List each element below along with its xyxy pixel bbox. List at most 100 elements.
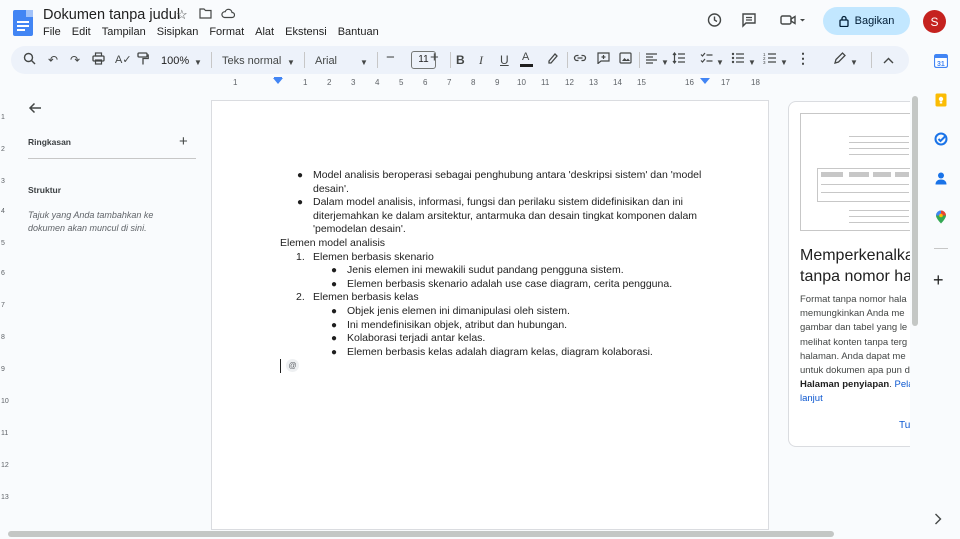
horizontal-scrollbar[interactable] [0, 530, 920, 539]
print-icon[interactable] [92, 52, 105, 69]
editing-mode-icon[interactable] [833, 52, 846, 69]
learn-more-link-cont[interactable]: lanjut [800, 392, 910, 406]
bold-icon[interactable]: B [456, 52, 465, 68]
insert-link-icon[interactable] [573, 52, 587, 68]
document-body[interactable]: ● Model analisis beroperasi sebagai peng… [280, 169, 710, 359]
redo-icon[interactable]: ↷ [70, 52, 80, 68]
align-left-icon[interactable] [645, 52, 658, 68]
increase-font-size-icon[interactable]: + [430, 50, 439, 66]
spellcheck-icon[interactable]: A✓ [115, 52, 132, 68]
section-heading: Elemen model analisis [280, 236, 386, 249]
collapse-menus-icon[interactable] [883, 52, 894, 68]
align-dropdown-icon[interactable]: ▼ [661, 55, 669, 71]
ruler-tick-label: 18 [751, 78, 760, 87]
zoom-select[interactable]: 100% [161, 53, 189, 69]
vertical-scroll-thumb[interactable] [912, 96, 918, 326]
docs-logo-icon[interactable] [13, 10, 33, 36]
keep-icon[interactable] [934, 93, 948, 107]
highlight-color-icon[interactable] [546, 52, 558, 69]
menu-file[interactable]: File [43, 26, 61, 38]
ruler-tick-label: 5 [399, 78, 404, 87]
move-folder-icon[interactable] [199, 7, 212, 22]
maps-icon[interactable] [934, 210, 948, 224]
close-outline-arrow-icon[interactable] [28, 101, 42, 119]
menu-help[interactable]: Bantuan [338, 26, 379, 38]
ruler-tick-label: 7 [1, 302, 5, 309]
contacts-icon[interactable] [934, 171, 948, 185]
underline-icon[interactable]: U [500, 52, 509, 68]
menu-format[interactable]: Format [209, 26, 244, 38]
comments-icon[interactable] [741, 12, 757, 32]
summary-heading: Ringkasan [28, 137, 71, 147]
ruler-tick-label: 2 [327, 78, 332, 87]
insert-comment-icon[interactable] [597, 52, 610, 68]
paint-format-icon[interactable] [137, 52, 149, 69]
ruler-tick-label: 10 [517, 78, 526, 87]
sub-bullet-text: Elemen berbasis kelas adalah diagram kel… [347, 345, 653, 358]
bulleted-list-icon[interactable] [731, 52, 744, 68]
ruler-tick-label: 12 [1, 462, 9, 469]
account-avatar[interactable]: S [923, 10, 946, 33]
style-select[interactable]: Teks normal [222, 53, 281, 69]
tasks-icon[interactable] [934, 132, 948, 146]
sub-bullet-text: Objek jenis elemen ini dimanipulasi oleh… [347, 304, 570, 317]
list-item: ● Model analisis beroperasi sebagai peng… [280, 169, 710, 196]
style-dropdown-icon[interactable]: ▼ [287, 55, 295, 71]
checklist-dropdown-icon[interactable]: ▼ [716, 55, 724, 71]
undo-icon[interactable]: ↶ [48, 52, 58, 68]
sub-bullet-text: Jenis elemen ini mewakili sudut pandang … [347, 264, 624, 277]
bulleted-list-dropdown-icon[interactable]: ▼ [748, 55, 756, 71]
menu-view[interactable]: Tampilan [102, 26, 146, 38]
menu-extensions[interactable]: Ekstensi [285, 26, 327, 38]
toolbar: ↶ ↷ A✓ 100% ▼ Teks normal ▼ Arial ▼ − 11… [11, 46, 909, 74]
document-title[interactable]: Dokumen tanpa judul [43, 7, 180, 23]
add-summary-plus-icon[interactable]: + [179, 133, 188, 150]
more-options-icon[interactable]: ⋮ [796, 50, 810, 66]
italic-icon[interactable]: I [479, 52, 483, 68]
meet-video-icon[interactable] [780, 12, 806, 32]
cloud-status-icon[interactable] [221, 7, 236, 22]
numbered-list-dropdown-icon[interactable]: ▼ [780, 55, 788, 71]
promo-body-line: untuk dokumen apa pun d [800, 365, 910, 377]
share-button[interactable]: Bagikan [823, 7, 910, 35]
structure-heading: Struktur [28, 185, 62, 195]
text-color-icon[interactable]: A [520, 52, 533, 67]
learn-more-link[interactable]: Pela [895, 379, 910, 390]
checklist-icon[interactable] [700, 52, 713, 68]
vertical-ruler[interactable]: 1 2 3 4 5 6 7 8 9 10 11 12 13 [0, 100, 10, 530]
menu-insert[interactable]: Sisipkan [157, 26, 199, 38]
rail-divider [934, 248, 948, 249]
decrease-font-size-icon[interactable]: − [386, 50, 395, 66]
bullet-marker: ● [331, 305, 338, 317]
search-menus-icon[interactable] [23, 52, 36, 69]
ruler-tick-label: 4 [1, 208, 5, 215]
menu-bar: File Edit Tampilan Sisipkan Format Alat … [43, 26, 390, 38]
document-page[interactable]: ● Model analisis beroperasi sebagai peng… [211, 100, 769, 530]
promo-illustration [800, 113, 910, 231]
lock-icon [838, 15, 849, 27]
font-select[interactable]: Arial [315, 53, 337, 69]
menu-edit[interactable]: Edit [72, 26, 91, 38]
menu-tools[interactable]: Alat [255, 26, 274, 38]
smart-chip-at-button[interactable]: @ [286, 359, 299, 372]
text-cursor [280, 359, 281, 373]
zoom-dropdown-icon[interactable]: ▼ [194, 55, 202, 71]
vertical-scrollbar[interactable] [911, 92, 919, 530]
get-addons-plus-icon[interactable]: + [933, 271, 947, 289]
show-side-panel-chevron-icon[interactable] [934, 513, 948, 527]
divider [639, 52, 640, 68]
promo-action-button[interactable]: Tu [899, 420, 910, 431]
insert-image-icon[interactable] [619, 52, 632, 68]
horizontal-scroll-thumb[interactable] [8, 531, 834, 537]
font-dropdown-icon[interactable]: ▼ [360, 55, 368, 71]
promo-body: Format tanpa nomor hala memungkinkan And… [800, 293, 910, 407]
divider [450, 52, 451, 68]
star-icon[interactable]: ☆ [176, 7, 188, 23]
calendar-icon[interactable]: 31 [933, 53, 949, 69]
version-history-icon[interactable] [706, 12, 722, 32]
line-spacing-icon[interactable] [672, 52, 686, 68]
numbered-list-icon[interactable]: 123 [763, 52, 776, 68]
bullet-text: Model analisis beroperasi sebagai penghu… [313, 169, 702, 195]
editing-mode-dropdown-icon[interactable]: ▼ [850, 55, 858, 71]
horizontal-ruler[interactable]: 1 1 2 3 4 5 6 7 8 9 10 11 12 13 14 15 16… [211, 77, 769, 90]
